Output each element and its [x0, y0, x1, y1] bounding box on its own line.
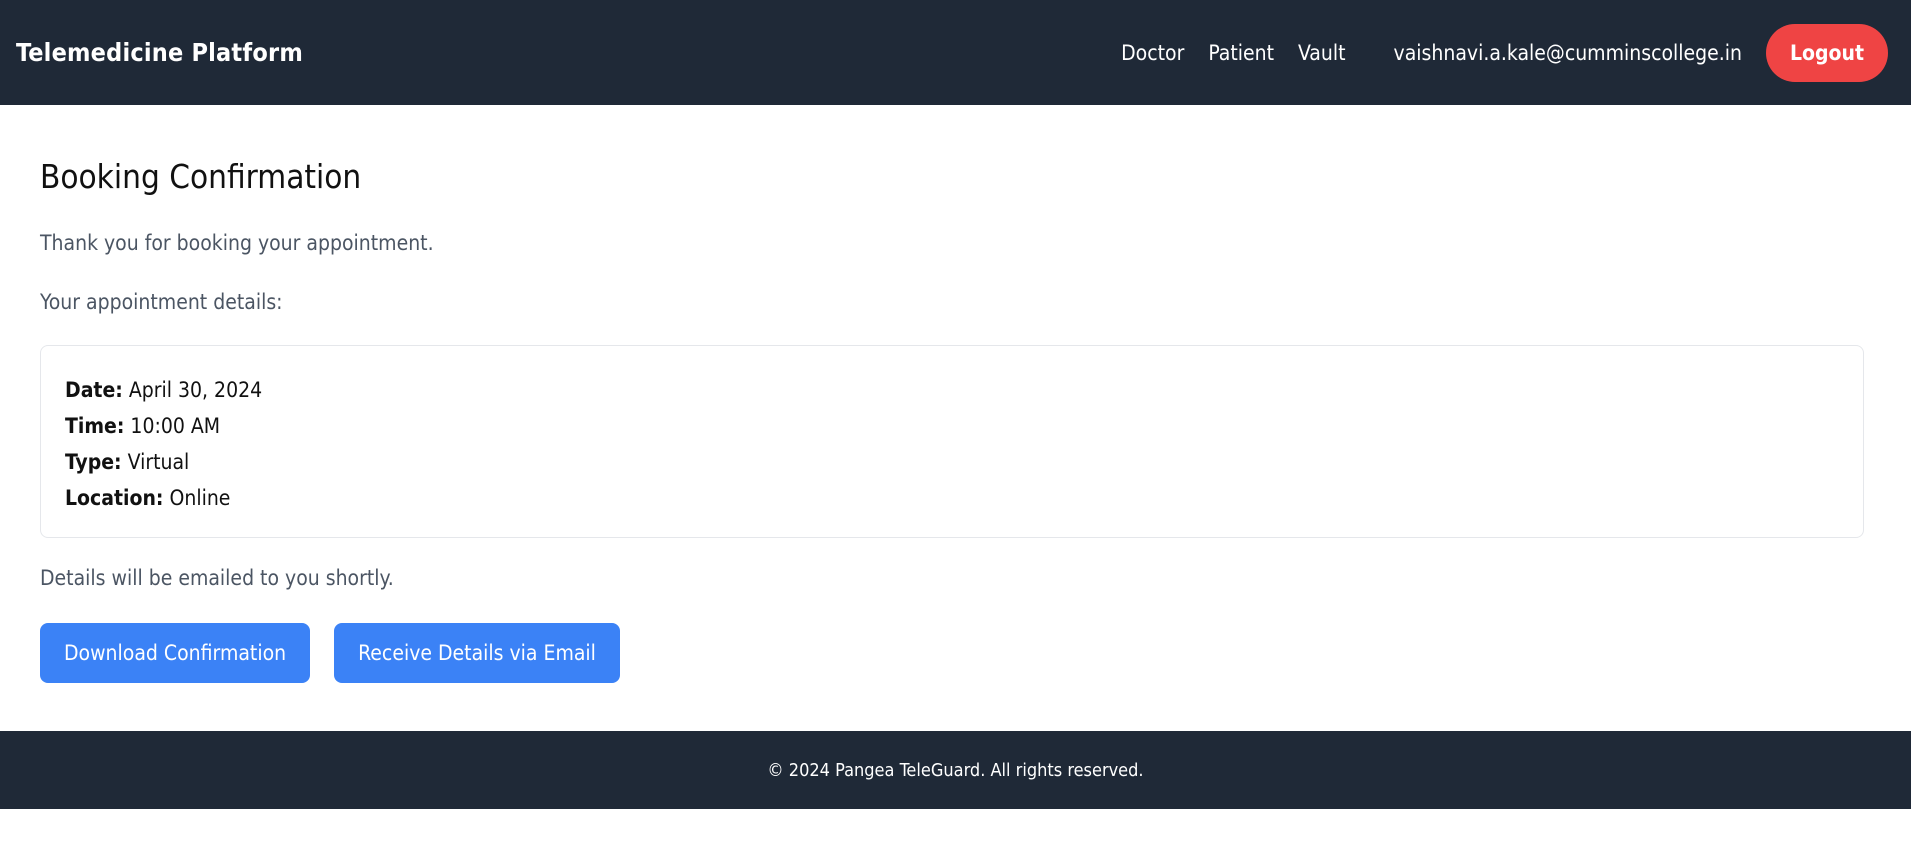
detail-key: Time: — [65, 414, 125, 438]
user-email: vaishnavi.a.kale@cumminscollege.in — [1393, 40, 1742, 65]
detail-value: April 30, 2024 — [128, 378, 263, 402]
footer: © 2024 Pangea TeleGuard. All rights rese… — [0, 731, 1911, 809]
footer-copyright: © 2024 Pangea TeleGuard. All rights rese… — [767, 759, 1144, 781]
nav-right: Doctor Patient Vault vaishnavi.a.kale@cu… — [1121, 23, 1895, 82]
detail-value: Virtual — [127, 450, 190, 474]
download-confirmation-button[interactable]: Download Confirmation — [40, 623, 311, 683]
thank-you-text: Thank you for booking your appointment. — [40, 231, 434, 255]
detail-key: Location: — [65, 486, 164, 510]
action-buttons: Download Confirmation Receive Details vi… — [40, 623, 644, 683]
detail-row-location: Location: Online — [65, 480, 1839, 516]
details-label: Your appointment details: — [40, 290, 283, 314]
page-title: Booking Confirmation — [40, 157, 362, 196]
nav-link-vault[interactable]: Vault — [1298, 41, 1346, 65]
email-details-button[interactable]: Receive Details via Email — [334, 623, 620, 683]
top-navbar: Telemedicine Platform Doctor Patient Vau… — [0, 0, 1911, 105]
nav-link-patient[interactable]: Patient — [1208, 41, 1274, 65]
detail-value: Online — [169, 486, 231, 510]
detail-row-time: Time: 10:00 AM — [65, 408, 1839, 444]
email-note: Details will be emailed to you shortly. — [40, 566, 394, 590]
detail-row-date: Date: April 30, 2024 — [65, 372, 1839, 408]
detail-value: 10:00 AM — [130, 414, 221, 438]
brand-title: Telemedicine Platform — [16, 38, 303, 67]
logout-button[interactable]: Logout — [1765, 23, 1888, 82]
appointment-details-card: Date: April 30, 2024 Time: 10:00 AM Type… — [40, 345, 1864, 538]
nav-link-doctor[interactable]: Doctor — [1121, 41, 1184, 65]
detail-row-type: Type: Virtual — [65, 444, 1839, 480]
detail-key: Type: — [65, 450, 122, 474]
detail-key: Date: — [65, 378, 123, 402]
